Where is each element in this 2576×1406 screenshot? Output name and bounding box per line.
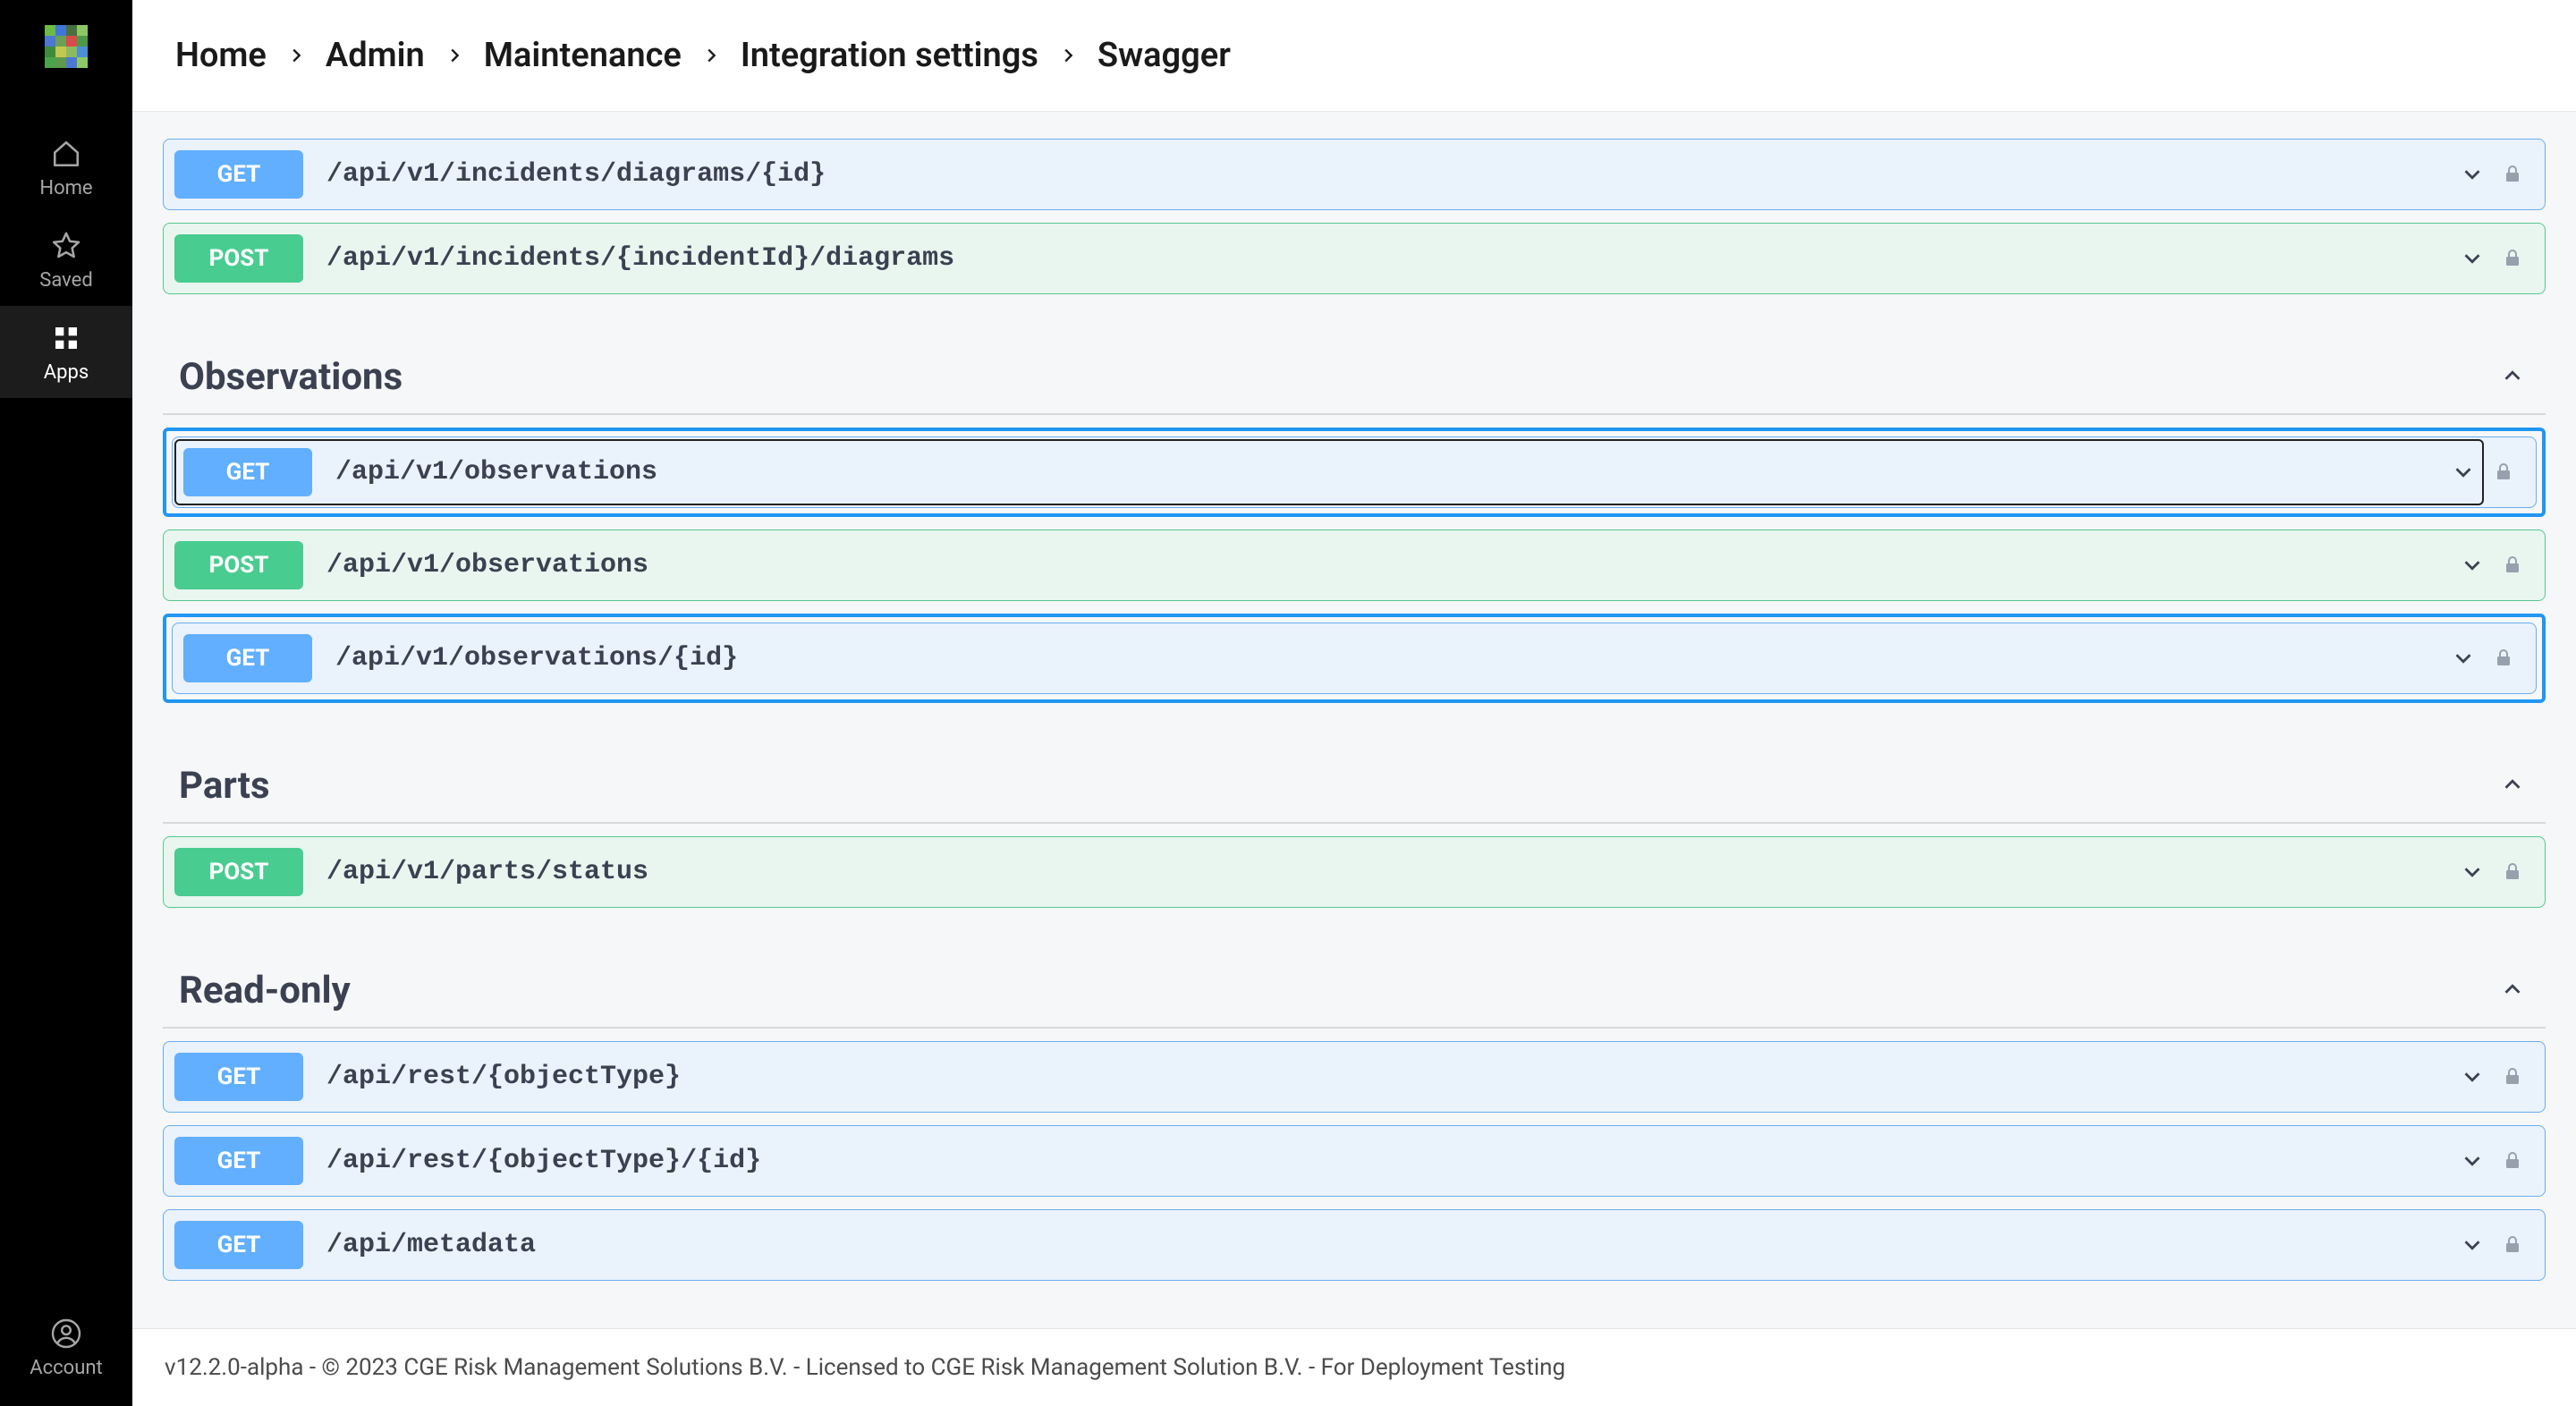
- home-icon: [50, 138, 82, 170]
- chevron-up-icon: [2499, 771, 2529, 801]
- sidebar-item-label: Account: [30, 1357, 102, 1379]
- lock-icon[interactable]: [2502, 554, 2525, 577]
- sidebar-item-label: Home: [39, 177, 92, 199]
- chevron-down-icon: [2450, 459, 2477, 486]
- chevron-down-icon: [2459, 1148, 2486, 1174]
- method-badge: POST: [174, 541, 303, 589]
- breadcrumb-item[interactable]: Admin: [326, 36, 425, 75]
- endpoint-path: /api/v1/observations/{id}: [335, 643, 2450, 673]
- chevron-down-icon: [2459, 245, 2486, 272]
- sidebar-item-saved[interactable]: Saved: [0, 214, 132, 306]
- method-badge: POST: [174, 848, 303, 896]
- endpoint-path: /api/v1/observations: [326, 550, 2459, 580]
- sidebar-item-home[interactable]: Home: [0, 122, 132, 214]
- method-badge: POST: [174, 234, 303, 283]
- section-title: Read-only: [179, 969, 351, 1012]
- endpoint-row[interactable]: POST/api/v1/incidents/{incidentId}/diagr…: [163, 223, 2546, 294]
- endpoint-row[interactable]: GET/api/v1/observations: [172, 436, 2537, 508]
- lock-icon[interactable]: [2502, 1149, 2525, 1173]
- chevron-down-icon: [2459, 859, 2486, 885]
- breadcrumb-item[interactable]: Integration settings: [741, 36, 1038, 75]
- lock-icon[interactable]: [2502, 860, 2525, 884]
- apps-icon: [50, 322, 82, 354]
- lock-icon[interactable]: [2502, 1065, 2525, 1088]
- section-header[interactable]: Read-only: [163, 944, 2546, 1029]
- chevron-right-icon: [445, 46, 464, 65]
- section-header[interactable]: Parts: [163, 739, 2546, 824]
- chevron-down-icon: [2459, 161, 2486, 188]
- chevron-down-icon: [2459, 1063, 2486, 1090]
- endpoint-row[interactable]: POST/api/v1/observations: [163, 529, 2546, 601]
- method-badge: GET: [183, 634, 312, 682]
- section-title: Observations: [179, 355, 402, 399]
- account-icon: [50, 1317, 82, 1350]
- endpoint-path: /api/rest/{objectType}: [326, 1062, 2459, 1092]
- method-badge: GET: [183, 448, 312, 496]
- endpoint-path: /api/metadata: [326, 1230, 2459, 1260]
- lock-icon[interactable]: [2502, 247, 2525, 270]
- lock-icon[interactable]: [2502, 163, 2525, 186]
- endpoint-row[interactable]: GET/api/rest/{objectType}/{id}: [163, 1125, 2546, 1197]
- section-header[interactable]: Observations: [163, 330, 2546, 415]
- chevron-right-icon: [701, 46, 721, 65]
- endpoint-path: /api/v1/incidents/diagrams/{id}: [326, 159, 2459, 190]
- endpoint-row[interactable]: GET/api/v1/observations/{id}: [172, 623, 2537, 694]
- section-title: Parts: [179, 764, 270, 808]
- chevron-right-icon: [1058, 46, 1078, 65]
- endpoint-highlight: GET/api/v1/observations: [163, 428, 2546, 517]
- sidebar-item-account[interactable]: Account: [0, 1301, 132, 1406]
- chevron-up-icon: [2499, 976, 2529, 1006]
- sidebar: Home Saved Apps Account: [0, 0, 132, 1406]
- endpoint-row[interactable]: GET/api/rest/{objectType}: [163, 1041, 2546, 1113]
- method-badge: GET: [174, 1053, 303, 1101]
- app-logo[interactable]: [45, 25, 88, 68]
- endpoint-path: /api/v1/parts/status: [326, 857, 2459, 887]
- endpoint-highlight: GET/api/v1/observations/{id}: [163, 614, 2546, 703]
- breadcrumb-item[interactable]: Swagger: [1097, 36, 1231, 75]
- endpoint-row[interactable]: GET/api/v1/incidents/diagrams/{id}: [163, 139, 2546, 210]
- footer-text: v12.2.0-alpha - © 2023 CGE Risk Manageme…: [132, 1328, 2576, 1406]
- chevron-down-icon: [2450, 645, 2477, 672]
- method-badge: GET: [174, 1137, 303, 1185]
- chevron-up-icon: [2499, 362, 2529, 393]
- lock-icon[interactable]: [2502, 1233, 2525, 1257]
- endpoint-row[interactable]: GET/api/metadata: [163, 1209, 2546, 1281]
- sidebar-item-label: Saved: [39, 269, 92, 292]
- chevron-right-icon: [286, 46, 306, 65]
- endpoint-path: /api/v1/incidents/{incidentId}/diagrams: [326, 243, 2459, 274]
- method-badge: GET: [174, 150, 303, 199]
- endpoint-path: /api/v1/observations: [335, 457, 2450, 487]
- breadcrumb-item[interactable]: Maintenance: [484, 36, 682, 75]
- lock-icon[interactable]: [2493, 461, 2516, 484]
- swagger-content: GET/api/v1/incidents/diagrams/{id} POST/a…: [132, 112, 2576, 1328]
- sidebar-item-apps[interactable]: Apps: [0, 306, 132, 398]
- method-badge: GET: [174, 1221, 303, 1269]
- star-icon: [50, 230, 82, 262]
- endpoint-row[interactable]: POST/api/v1/parts/status: [163, 836, 2546, 908]
- sidebar-item-label: Apps: [44, 361, 89, 384]
- chevron-down-icon: [2459, 1232, 2486, 1258]
- endpoint-path: /api/rest/{objectType}/{id}: [326, 1146, 2459, 1176]
- main-area: Home Admin Maintenance Integration settings…: [132, 0, 2576, 1406]
- breadcrumb: Home Admin Maintenance Integration settings…: [132, 0, 2576, 112]
- lock-icon[interactable]: [2493, 647, 2516, 670]
- breadcrumb-item[interactable]: Home: [175, 36, 267, 75]
- chevron-down-icon: [2459, 552, 2486, 579]
